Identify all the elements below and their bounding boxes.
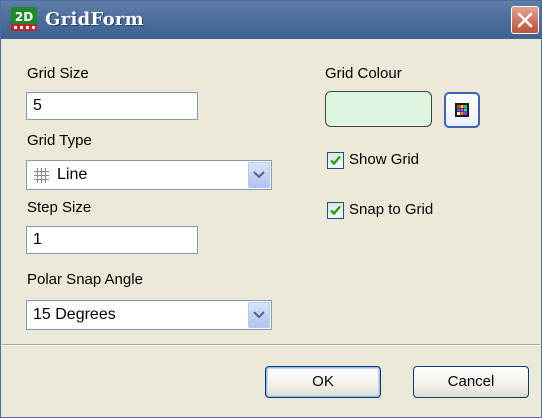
step-size-input[interactable]: 1 bbox=[26, 226, 198, 254]
gridform-dialog: 2D GridForm Grid Size 5 Grid Type Line S… bbox=[0, 0, 542, 418]
close-button[interactable] bbox=[511, 6, 539, 34]
polar-snap-angle-dropdown[interactable]: 15 Degrees bbox=[26, 300, 272, 330]
chevron-down-icon bbox=[253, 171, 265, 179]
grid-size-input[interactable]: 5 bbox=[26, 92, 198, 120]
title-bar[interactable]: 2D GridForm bbox=[1, 1, 541, 39]
footer-separator bbox=[2, 344, 540, 346]
show-grid-label: Show Grid bbox=[349, 151, 420, 168]
show-grid-checkbox[interactable] bbox=[327, 152, 344, 169]
grid-type-dropdown[interactable]: Line bbox=[26, 160, 272, 190]
snap-to-grid-option[interactable]: Snap to Grid bbox=[327, 201, 477, 221]
checkmark-icon bbox=[330, 205, 341, 216]
colour-picker-button[interactable] bbox=[444, 92, 480, 128]
polar-snap-angle-value: 15 Degrees bbox=[33, 306, 116, 323]
step-size-label: Step Size bbox=[27, 199, 92, 216]
grid-colour-swatch[interactable] bbox=[325, 91, 432, 127]
snap-to-grid-label: Snap to Grid bbox=[349, 201, 434, 218]
polar-snap-angle-label: Polar Snap Angle bbox=[27, 271, 143, 288]
grid-size-label: Grid Size bbox=[27, 65, 89, 82]
ok-button[interactable]: OK bbox=[265, 366, 381, 398]
grid-colour-label: Grid Colour bbox=[325, 65, 402, 82]
grid-type-dropdown-button[interactable] bbox=[248, 162, 270, 188]
window-title: GridForm bbox=[45, 9, 145, 30]
svg-text:2D: 2D bbox=[15, 10, 33, 24]
grid-type-value: Line bbox=[57, 166, 88, 183]
2d-app-icon: 2D bbox=[11, 7, 37, 31]
grid-line-icon bbox=[34, 168, 49, 188]
polar-snap-angle-dropdown-button[interactable] bbox=[248, 302, 270, 328]
show-grid-option[interactable]: Show Grid bbox=[327, 151, 467, 171]
checkmark-icon bbox=[330, 155, 341, 166]
chevron-down-icon bbox=[253, 311, 265, 319]
snap-to-grid-checkbox[interactable] bbox=[327, 202, 344, 219]
grid-type-label: Grid Type bbox=[27, 132, 92, 149]
cancel-button[interactable]: Cancel bbox=[413, 366, 529, 398]
